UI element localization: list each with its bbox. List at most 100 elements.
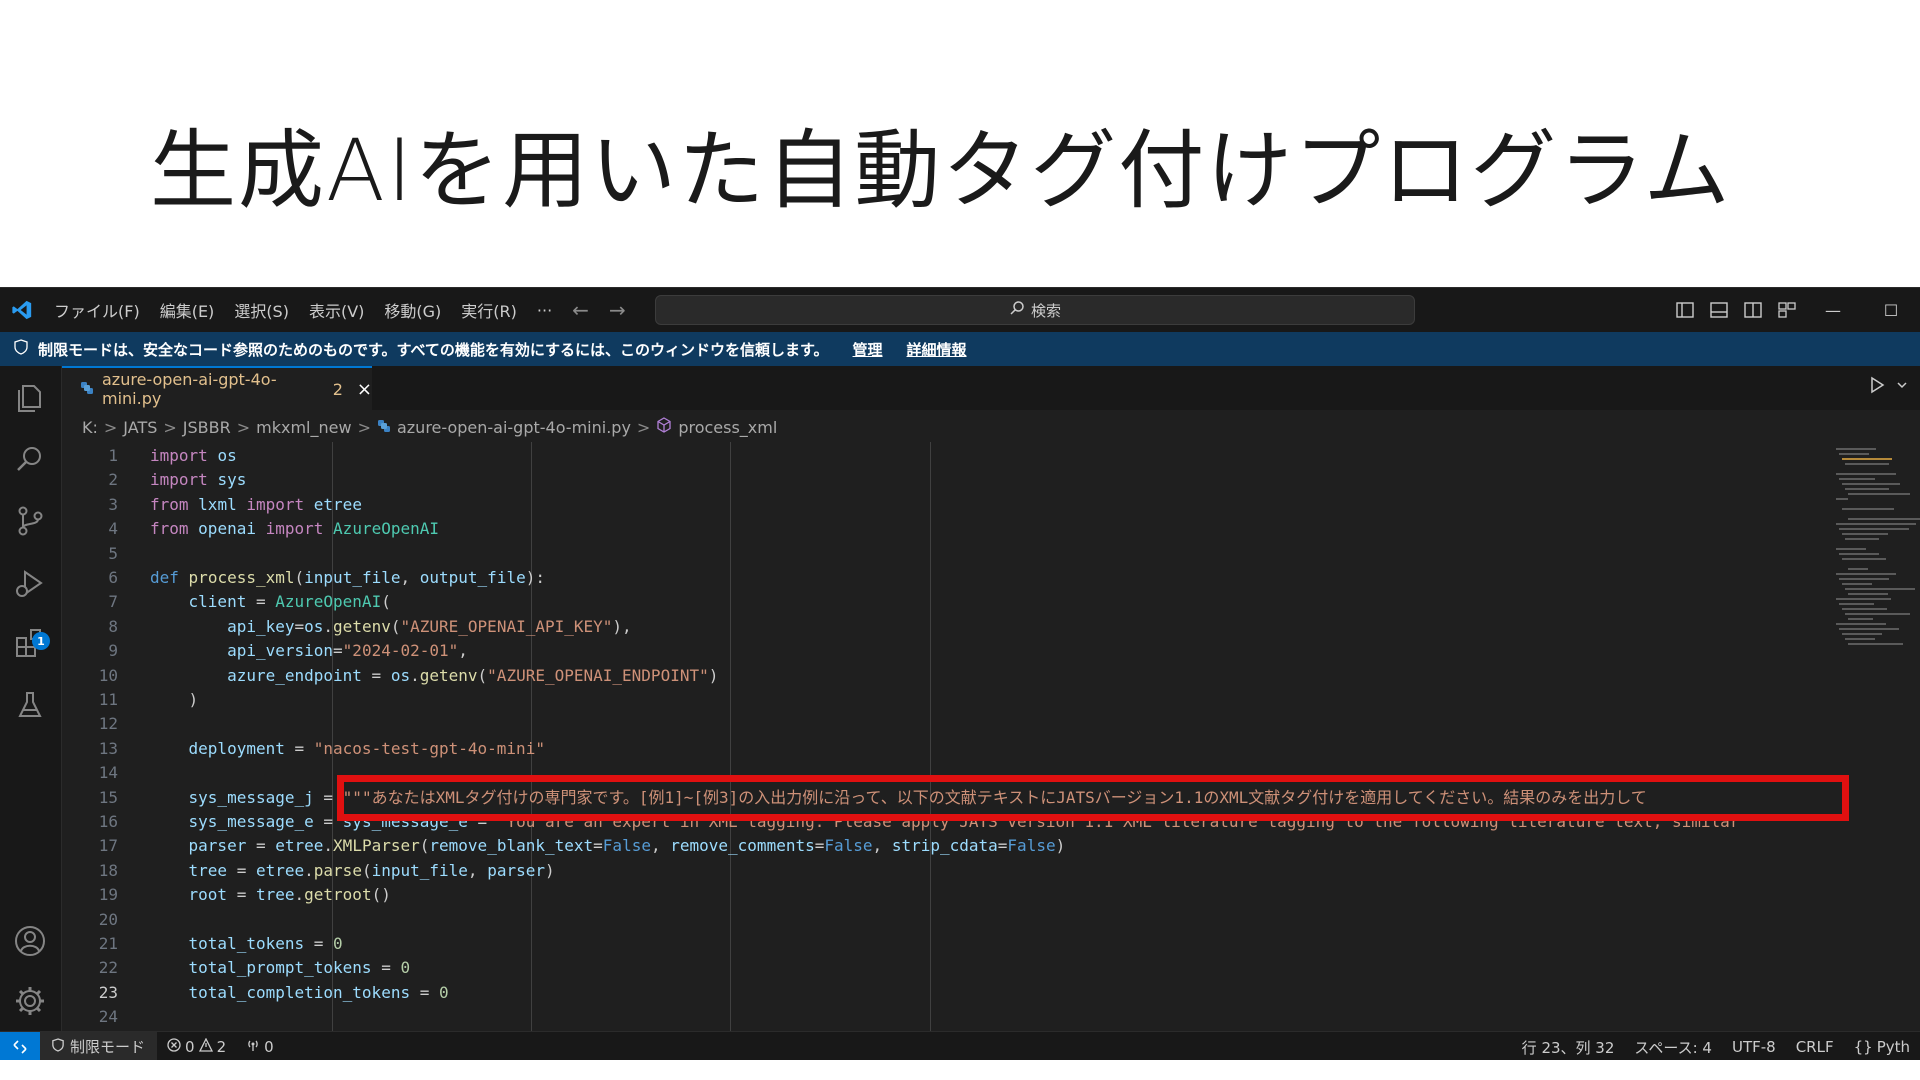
minimize-button[interactable]: —	[1804, 288, 1862, 332]
run-debug-icon[interactable]	[13, 566, 49, 602]
code-line[interactable]: 11 )	[62, 688, 1822, 712]
minimap-line	[1842, 458, 1892, 460]
code-text: azure_endpoint = os.getenv("AZURE_OPENAI…	[227, 665, 719, 685]
command-center-search[interactable]: 検索	[655, 295, 1415, 325]
minimap-line	[1848, 518, 1920, 520]
problems-status[interactable]: 0 2	[157, 1037, 236, 1056]
breadcrumb-item[interactable]: JATS	[123, 418, 157, 437]
code-line[interactable]: 21 total_tokens = 0	[62, 932, 1822, 956]
menu-go[interactable]: 移動(G)	[374, 298, 451, 322]
breadcrumb-item[interactable]: azure-open-ai-gpt-4o-mini.py	[397, 418, 631, 437]
maximize-button[interactable]: ☐	[1862, 288, 1920, 332]
search-activity-icon[interactable]	[13, 442, 49, 478]
breadcrumb-item[interactable]: JSBBR	[183, 418, 231, 437]
line-number: 1	[108, 446, 118, 465]
remote-indicator-icon[interactable]	[0, 1031, 40, 1060]
customize-layout-icon[interactable]	[1770, 288, 1804, 332]
code-line[interactable]: 13 deployment = "nacos-test-gpt-4o-mini"	[62, 737, 1822, 761]
tab-filename: azure-open-ai-gpt-4o-mini.py	[102, 370, 277, 408]
line-number: 10	[98, 665, 118, 685]
breadcrumb-item[interactable]: mkxml_new	[256, 418, 351, 437]
code-editor[interactable]: 1 import os 2 import sys 3 from lxml import e…	[62, 442, 1822, 1031]
code-line[interactable]: 23 total_completion_tokens = 0	[62, 981, 1822, 1005]
line-number: 15	[98, 787, 118, 807]
code-text: parser = etree.XMLParser(remove_blank_te…	[188, 836, 1066, 856]
toggle-secondary-sidebar-icon[interactable]	[1736, 288, 1770, 332]
menu-file[interactable]: ファイル(F)	[44, 298, 150, 322]
minimap-line	[1848, 643, 1903, 645]
forward-arrow-icon[interactable]: →	[599, 298, 636, 322]
close-icon[interactable]: ×	[357, 379, 372, 400]
line-number: 2	[108, 470, 118, 490]
extensions-badge: 1	[32, 632, 50, 650]
editor-tab-active[interactable]: azure-open-ai-gpt-4o-mini.py 2 ×	[62, 366, 372, 410]
code-line[interactable]: 22 total_prompt_tokens = 0	[62, 956, 1822, 980]
code-line[interactable]: 6 def process_xml(input_file, output_file…	[62, 566, 1822, 590]
menu-selection[interactable]: 選択(S)	[224, 298, 299, 322]
minimap-line	[1845, 463, 1889, 465]
code-line[interactable]: 2 import sys	[62, 468, 1822, 492]
code-text: client = AzureOpenAI(	[188, 592, 391, 612]
toggle-panel-icon[interactable]	[1702, 288, 1736, 332]
menu-view[interactable]: 表示(V)	[299, 298, 374, 322]
minimap-line	[1836, 448, 1876, 450]
line-number: 17	[98, 836, 118, 856]
details-link[interactable]: 詳細情報	[907, 339, 967, 360]
breadcrumb-item[interactable]: process_xml	[678, 418, 777, 437]
code-line[interactable]: 12	[62, 712, 1822, 736]
minimap-line	[1839, 553, 1879, 555]
code-line[interactable]: 18 tree = etree.parse(input_file, parser…	[62, 859, 1822, 883]
code-line[interactable]: 10 azure_endpoint = os.getenv("AZURE_OPE…	[62, 664, 1822, 688]
minimap-line	[1839, 453, 1869, 455]
menu-more[interactable]: ···	[527, 301, 562, 320]
banner-message: 制限モードは、安全なコード参照のためのものです。すべての機能を有効にするには、こ…	[38, 340, 829, 359]
code-line[interactable]: 1 import os	[62, 444, 1822, 468]
code-line[interactable]: 5	[62, 542, 1822, 566]
minimap[interactable]	[1832, 442, 1920, 1031]
chevron-down-icon[interactable]	[1896, 376, 1908, 399]
indentation-status[interactable]: スペース: 4	[1624, 1037, 1722, 1058]
warning-count: 2	[216, 1037, 227, 1056]
line-number: 8	[108, 616, 118, 636]
line-number: 7	[108, 592, 118, 612]
testing-icon[interactable]	[13, 688, 49, 724]
code-line[interactable]: 24	[62, 1005, 1822, 1029]
menu-edit[interactable]: 編集(E)	[150, 298, 225, 322]
minimap-line	[1836, 623, 1886, 625]
toggle-primary-sidebar-icon[interactable]	[1668, 288, 1702, 332]
minimap-line	[1845, 613, 1910, 615]
run-python-file-icon[interactable]	[1868, 376, 1908, 399]
cursor-position[interactable]: 行 23、列 32	[1512, 1037, 1625, 1058]
language-status[interactable]: {} Pyth	[1844, 1038, 1920, 1056]
code-line[interactable]: 19 root = tree.getroot()	[62, 883, 1822, 907]
line-number: 23	[98, 982, 118, 1002]
code-line[interactable]: 7 client = AzureOpenAI(	[62, 590, 1822, 614]
menu-run[interactable]: 実行(R)	[451, 298, 527, 322]
code-line[interactable]: 4 from openai import AzureOpenAI	[62, 517, 1822, 541]
restricted-mode-status[interactable]: 制限モード	[40, 1031, 158, 1060]
minimap-line	[1836, 498, 1848, 500]
code-line[interactable]: 8 api_key=os.getenv("AZURE_OPENAI_API_KE…	[62, 615, 1822, 639]
line-number: 4	[108, 519, 118, 539]
breadcrumb-item[interactable]: K:	[82, 418, 98, 437]
source-control-icon[interactable]	[13, 504, 49, 540]
eol-status[interactable]: CRLF	[1786, 1038, 1844, 1056]
code-line[interactable]: 9 api_version="2024-02-01",	[62, 639, 1822, 663]
settings-gear-icon[interactable]	[13, 984, 49, 1020]
minimap-line	[1839, 528, 1909, 530]
explorer-icon[interactable]	[13, 380, 49, 416]
minimap-line	[1842, 508, 1894, 510]
code-text: def process_xml(input_file, output_file)…	[150, 568, 545, 587]
minimap-line	[1848, 618, 1873, 620]
account-icon[interactable]	[13, 924, 49, 960]
manage-link[interactable]: 管理	[853, 339, 883, 360]
minimap-line	[1845, 538, 1879, 540]
code-line[interactable]: 3 from lxml import etree	[62, 493, 1822, 517]
code-line[interactable]: 17 parser = etree.XMLParser(remove_blank…	[62, 834, 1822, 858]
encoding-status[interactable]: UTF-8	[1722, 1038, 1786, 1056]
ports-count: 0	[264, 1037, 274, 1056]
back-arrow-icon[interactable]: ←	[562, 298, 599, 322]
minimap-line	[1836, 473, 1896, 475]
ports-status[interactable]: 0	[236, 1038, 284, 1056]
code-line[interactable]: 20	[62, 908, 1822, 932]
